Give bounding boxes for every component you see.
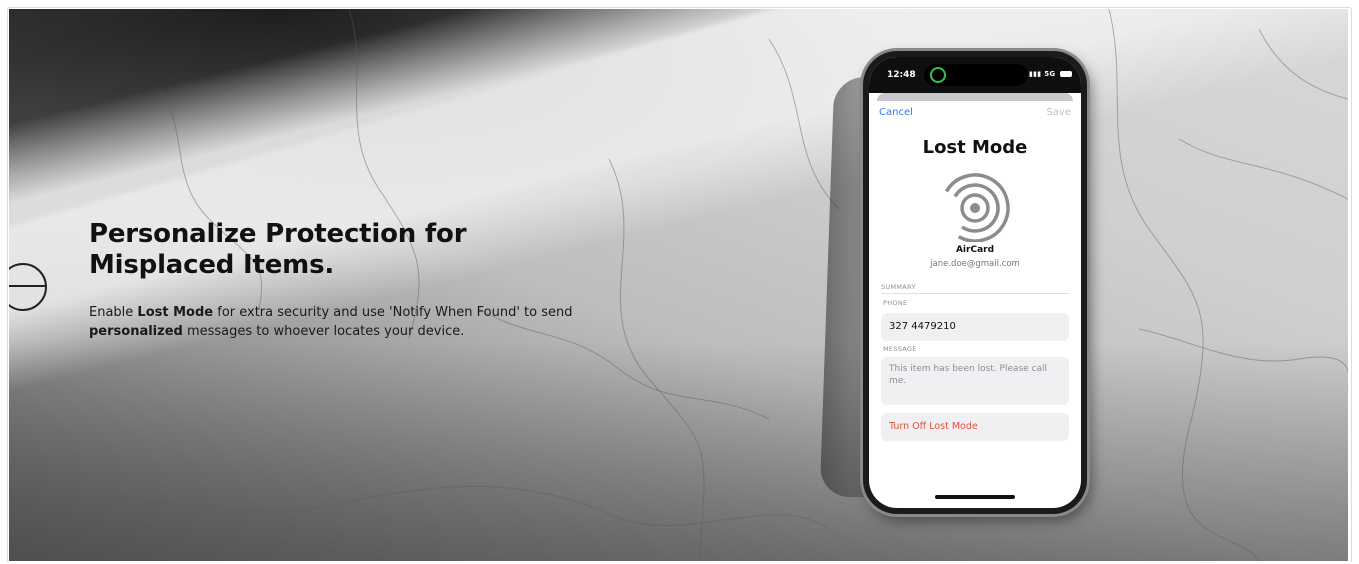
hero-banner: Personalize Protection for Misplaced Ite…: [9, 9, 1348, 561]
message-field[interactable]: This item has been lost. Please call me.: [881, 357, 1069, 405]
item-name: AirCard: [955, 245, 995, 255]
phone-number-field[interactable]: 327 4479210: [881, 313, 1069, 341]
item-email: jane.doe@gmail.com: [930, 259, 1020, 269]
findmy-icon: [930, 67, 946, 83]
cancel-button[interactable]: Cancel: [879, 107, 913, 118]
dynamic-island: [924, 64, 1028, 86]
desc-text-3: messages to whoever locates your device.: [182, 324, 465, 339]
status-time: 12:48: [887, 70, 916, 80]
desc-text-2: for extra security and use 'Notify When …: [213, 305, 573, 320]
desc-text-1: Enable: [89, 305, 138, 320]
hero-description: Enable Lost Mode for extra security and …: [89, 303, 609, 341]
hero-copy: Personalize Protection for Misplaced Ite…: [89, 219, 609, 341]
turn-off-lost-mode-button[interactable]: Turn Off Lost Mode: [881, 413, 1069, 441]
desc-bold-lost-mode: Lost Mode: [137, 305, 214, 320]
sheet-nav: Cancel Save: [869, 107, 1081, 123]
background-sheet: [877, 93, 1073, 101]
summary-label: SUMMARY: [881, 283, 916, 291]
phone-label: PHONE: [883, 299, 908, 307]
status-indicators: ▮▮▮ 5G: [1029, 70, 1073, 78]
desc-bold-personalized: personalized: [89, 324, 183, 339]
home-indicator: [935, 495, 1015, 499]
summary-divider: [881, 293, 1069, 294]
lost-mode-title: Lost Mode: [922, 137, 1028, 158]
battery-icon: [1060, 71, 1073, 77]
save-button[interactable]: Save: [1046, 107, 1071, 118]
phone-screen: 12:48 ▮▮▮ 5G Cancel Save Lost Mode AirCa…: [869, 57, 1081, 508]
network-label: 5G: [1044, 70, 1056, 78]
status-bar: 12:48 ▮▮▮ 5G: [869, 57, 1081, 93]
message-label: MESSAGE: [883, 345, 917, 353]
signal-icon: ▮▮▮: [1029, 70, 1042, 78]
phone-mockup: 12:48 ▮▮▮ 5G Cancel Save Lost Mode AirCa…: [863, 51, 1087, 514]
lost-mode-radar-icon: [940, 173, 1010, 242]
hero-headline: Personalize Protection for Misplaced Ite…: [89, 219, 467, 280]
